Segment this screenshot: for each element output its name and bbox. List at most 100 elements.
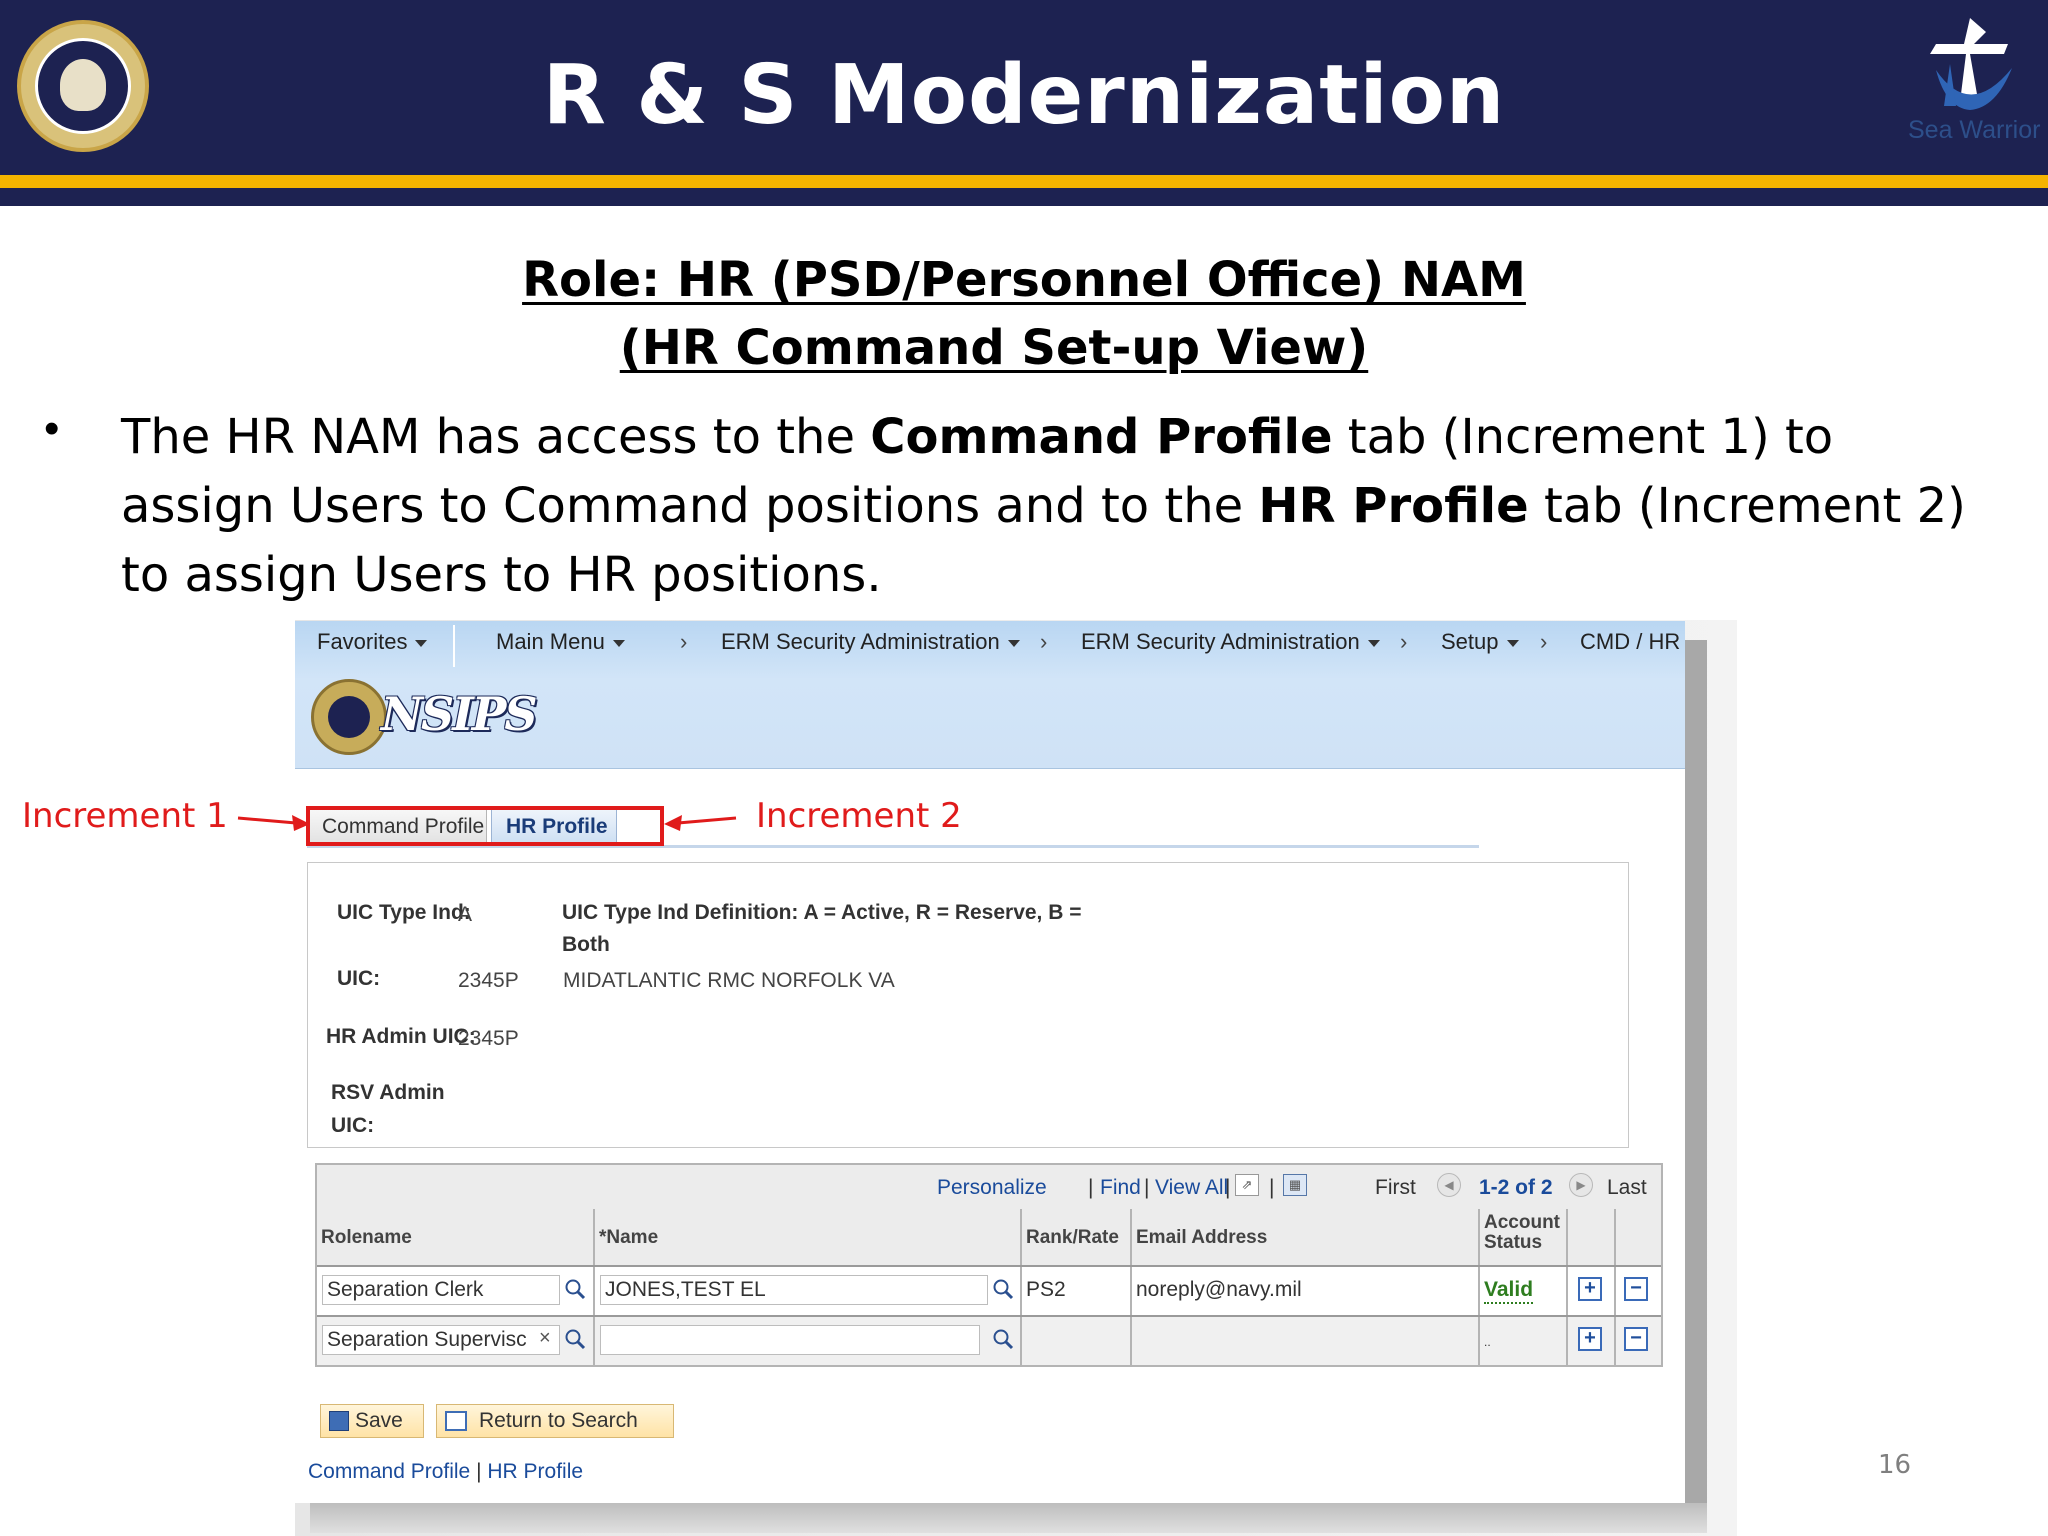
search-icon[interactable] bbox=[563, 1277, 587, 1301]
col-header-add bbox=[1568, 1209, 1616, 1265]
cell-account-status: Valid bbox=[1480, 1267, 1568, 1315]
role-heading-line2: (HR Command Set-up View) bbox=[619, 320, 1369, 376]
view-all-link[interactable]: View All bbox=[1155, 1176, 1228, 1200]
status-badge[interactable]: Valid bbox=[1484, 1278, 1534, 1304]
nsips-logo: NSIPS bbox=[311, 679, 538, 755]
header-navy-stripe bbox=[0, 188, 2048, 206]
cell-rolename: Separation Supervisc × bbox=[317, 1317, 595, 1365]
cell-add: + bbox=[1568, 1317, 1616, 1365]
hr-admin-uic-label: HR Admin UIC: bbox=[326, 1025, 476, 1048]
uic-info-panel: UIC Type Ind: A UIC Type Ind Definition:… bbox=[307, 862, 1629, 1148]
toolbar-divider: | bbox=[1225, 1176, 1231, 1199]
rolename-input[interactable]: Separation Clerk bbox=[322, 1275, 560, 1305]
rsv-admin-label-line1: RSV Admin bbox=[331, 1081, 445, 1104]
role-assignment-grid: Personalize | Find | View All | ⇗ | ▦ Fi… bbox=[315, 1163, 1663, 1367]
chevron-down-icon bbox=[1007, 639, 1020, 647]
app-header: Favorites Main Menu › ERM Security Admin… bbox=[295, 621, 1685, 769]
last-label: Last bbox=[1607, 1176, 1647, 1199]
return-to-search-button[interactable]: Return to Search bbox=[436, 1404, 674, 1438]
download-grid-icon[interactable]: ▦ bbox=[1283, 1174, 1307, 1196]
save-button[interactable]: Save bbox=[320, 1404, 424, 1438]
delete-row-icon[interactable]: − bbox=[1624, 1327, 1648, 1351]
favorites-menu[interactable]: Favorites bbox=[317, 629, 428, 655]
breadcrumb-erm-security-1[interactable]: ERM Security Administration bbox=[721, 629, 1020, 655]
increment-2-label: Increment 2 bbox=[756, 796, 962, 836]
clear-icon[interactable]: × bbox=[539, 1327, 551, 1350]
name-input[interactable] bbox=[600, 1325, 980, 1355]
search-icon[interactable] bbox=[991, 1327, 1015, 1351]
nsips-seal-icon bbox=[311, 679, 387, 755]
chevron-right-icon: › bbox=[680, 629, 688, 654]
slide-title: R & S Modernization bbox=[542, 48, 1506, 143]
sea-warrior-logo bbox=[1930, 18, 2012, 110]
toolbar-divider: | bbox=[1088, 1176, 1094, 1199]
nsips-logo-text: NSIPS bbox=[381, 687, 538, 741]
status-badge: .. bbox=[1484, 1335, 1491, 1349]
toolbar-divider: | bbox=[1269, 1176, 1275, 1199]
app-shadow-bottom bbox=[310, 1503, 1707, 1533]
chevron-right-icon: › bbox=[1540, 629, 1548, 654]
link-command-profile[interactable]: Command Profile bbox=[308, 1460, 470, 1483]
increment-1-label: Increment 1 bbox=[22, 796, 228, 836]
return-icon bbox=[445, 1411, 467, 1431]
uic-type-ind-label: UIC Type Ind: bbox=[337, 901, 471, 924]
cell-delete: − bbox=[1616, 1267, 1661, 1315]
cell-rank: PS2 bbox=[1022, 1267, 1132, 1315]
col-header-rolename: Rolename bbox=[317, 1209, 595, 1265]
search-icon[interactable] bbox=[991, 1277, 1015, 1301]
next-page-icon[interactable]: ▶ bbox=[1569, 1173, 1593, 1197]
breadcrumb-setup[interactable]: Setup bbox=[1441, 629, 1519, 655]
cell-name bbox=[595, 1317, 1022, 1365]
add-row-icon[interactable]: + bbox=[1578, 1327, 1602, 1351]
nsips-app-window: Favorites Main Menu › ERM Security Admin… bbox=[295, 621, 1685, 1503]
col-header-account-status: Account Status bbox=[1480, 1209, 1568, 1265]
page-number: 16 bbox=[1878, 1450, 1912, 1480]
chevron-down-icon bbox=[415, 639, 428, 647]
uic-type-ind-value: A bbox=[458, 903, 473, 926]
col-header-name: *Name bbox=[595, 1209, 1022, 1265]
name-input[interactable]: JONES,TEST EL bbox=[600, 1275, 988, 1305]
add-row-icon[interactable]: + bbox=[1578, 1277, 1602, 1301]
table-row: Separation Clerk JONES,TEST EL PS2 norep… bbox=[317, 1265, 1661, 1315]
new-window-icon[interactable]: ⇗ bbox=[1235, 1174, 1259, 1196]
cell-account-status: .. bbox=[1480, 1317, 1568, 1365]
tabs-highlight-box bbox=[306, 806, 664, 846]
previous-page-icon[interactable]: ◀ bbox=[1437, 1173, 1461, 1197]
col-header-delete bbox=[1616, 1209, 1661, 1265]
bullet-text: The HR NAM has access to the Command Pro… bbox=[121, 409, 1966, 603]
nav-bar: Favorites Main Menu › ERM Security Admin… bbox=[295, 621, 1685, 667]
uic-value: 2345P bbox=[458, 969, 519, 992]
role-heading-line1: Role: HR (PSD/Personnel Office) NAM bbox=[522, 252, 1526, 308]
save-icon bbox=[329, 1411, 349, 1431]
personalize-link[interactable]: Personalize bbox=[937, 1176, 1047, 1200]
uic-label: UIC: bbox=[337, 967, 381, 990]
arrow-right-icon bbox=[237, 815, 310, 831]
main-menu[interactable]: Main Menu bbox=[496, 629, 625, 655]
search-icon[interactable] bbox=[563, 1327, 587, 1351]
chevron-down-icon bbox=[1367, 639, 1380, 647]
cell-rolename: Separation Clerk bbox=[317, 1267, 595, 1315]
app-shadow-right bbox=[1685, 640, 1707, 1512]
grid-toolbar: Personalize | Find | View All | ⇗ | ▦ Fi… bbox=[317, 1165, 1661, 1210]
page-count: 1-2 of 2 bbox=[1479, 1176, 1553, 1199]
toolbar-divider: | bbox=[1144, 1176, 1150, 1199]
find-link[interactable]: Find bbox=[1100, 1176, 1141, 1200]
chevron-down-icon bbox=[1506, 639, 1519, 647]
cell-name: JONES,TEST EL bbox=[595, 1267, 1022, 1315]
chevron-down-icon bbox=[612, 639, 625, 647]
hr-admin-uic-value: 2345P bbox=[458, 1027, 519, 1050]
link-hr-profile[interactable]: HR Profile bbox=[487, 1460, 583, 1483]
col-header-email: Email Address bbox=[1132, 1209, 1480, 1265]
delete-row-icon[interactable]: − bbox=[1624, 1277, 1648, 1301]
chevron-right-icon: › bbox=[1040, 629, 1048, 654]
rolename-input[interactable]: Separation Supervisc bbox=[322, 1325, 560, 1355]
header-gold-stripe bbox=[0, 175, 2048, 188]
table-row: Separation Supervisc × .. + − bbox=[317, 1315, 1661, 1365]
cell-email: noreply@navy.mil bbox=[1132, 1267, 1480, 1315]
uic-type-def-line2: Both bbox=[562, 933, 610, 956]
breadcrumb-erm-security-2[interactable]: ERM Security Administration bbox=[1081, 629, 1380, 655]
cell-delete: − bbox=[1616, 1317, 1661, 1365]
first-label: First bbox=[1375, 1176, 1416, 1199]
chevron-right-icon: › bbox=[1400, 629, 1408, 654]
breadcrumb-cmd-hr[interactable]: CMD / HR bbox=[1580, 629, 1680, 655]
